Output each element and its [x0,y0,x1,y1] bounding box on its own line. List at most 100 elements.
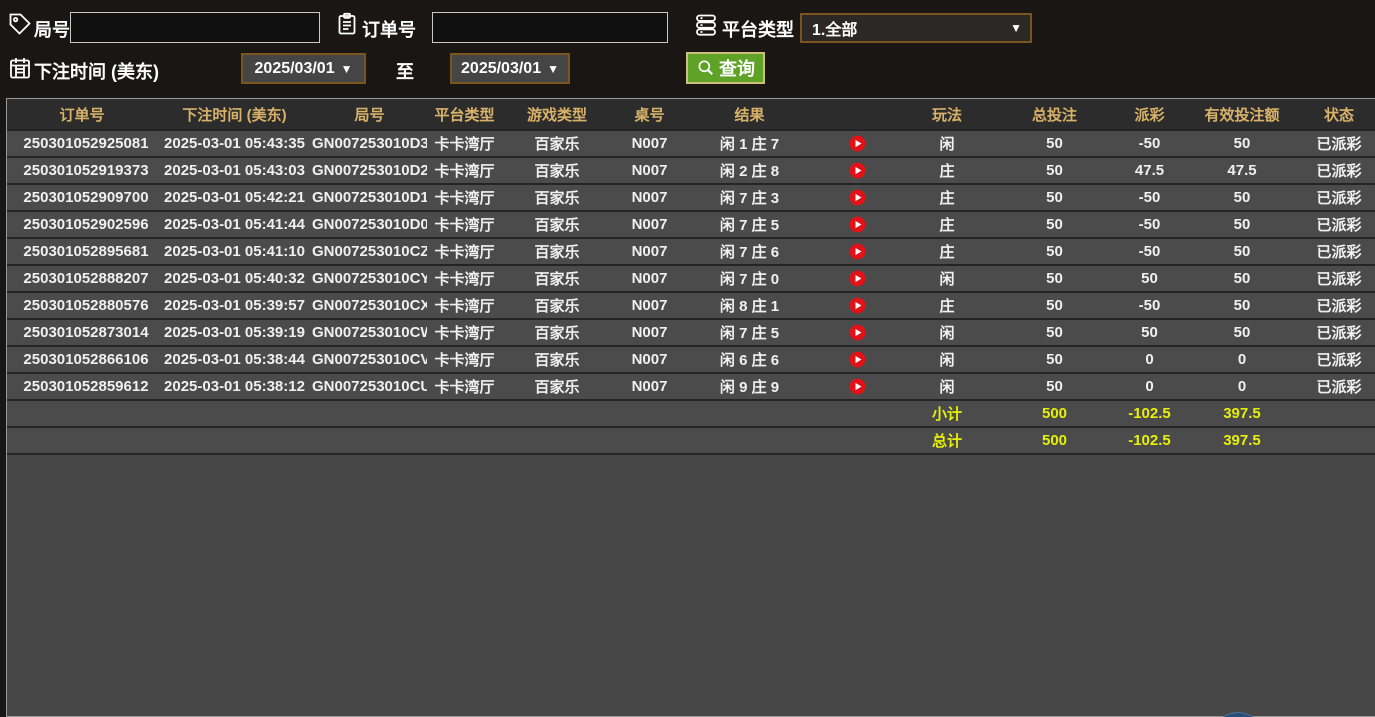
cell-total-bet: 50 [992,346,1117,373]
play-video-icon[interactable] [848,161,867,180]
cell-valid-bet: 50 [1182,238,1302,265]
platform-type-label: 平台类型 [722,16,794,42]
play-video-icon[interactable] [848,188,867,207]
table-row: 250301052873014 2025-03-01 05:39:19 GN00… [7,319,1375,346]
cell-video [812,346,902,373]
cell-order-id: 250301052880576 [7,292,157,319]
cell-result: 闲 6 庄 6 [687,346,812,373]
cell-total-bet: 50 [992,319,1117,346]
cell-total-bet: 50 [992,265,1117,292]
cell-bet-time: 2025-03-01 05:42:21 [157,184,312,211]
play-video-icon[interactable] [848,350,867,369]
subtotal-payout: -102.5 [1117,400,1182,427]
cell-play: 闲 [902,346,992,373]
round-no-input[interactable] [70,12,320,43]
col-header-round-id: 局号 [312,99,427,130]
cell-table-no: N007 [612,157,687,184]
cell-order-id: 250301052902596 [7,211,157,238]
cell-bet-time: 2025-03-01 05:43:03 [157,157,312,184]
cell-status: 已派彩 [1302,238,1375,265]
cell-payout: 50 [1117,265,1182,292]
col-header-video [812,99,902,130]
date-to-select[interactable]: 2025/03/01 ▼ [450,53,570,84]
cell-status: 已派彩 [1302,211,1375,238]
cell-status: 已派彩 [1302,292,1375,319]
cell-round-id: GN007253010D1 [312,184,427,211]
cell-platform: 卡卡湾厅 [427,157,502,184]
cell-round-id: GN007253010D0 [312,211,427,238]
table-row: 250301052866106 2025-03-01 05:38:44 GN00… [7,346,1375,373]
col-header-status: 状态 [1302,99,1375,130]
query-button[interactable]: 查询 [686,52,765,84]
cell-result: 闲 2 庄 8 [687,157,812,184]
cell-status: 已派彩 [1302,319,1375,346]
cell-platform: 卡卡湾厅 [427,292,502,319]
calendar-icon [8,56,32,80]
table-row: 250301052888207 2025-03-01 05:40:32 GN00… [7,265,1375,292]
cell-platform: 卡卡湾厅 [427,319,502,346]
cell-order-id: 250301052895681 [7,238,157,265]
records-body: 250301052925081 2025-03-01 05:43:35 GN00… [7,130,1375,400]
cell-play: 庄 [902,292,992,319]
cell-round-id: GN007253010CU [312,373,427,400]
cell-bet-time: 2025-03-01 05:41:10 [157,238,312,265]
cell-video [812,319,902,346]
cell-total-bet: 50 [992,130,1117,157]
play-video-icon[interactable] [848,296,867,315]
cell-valid-bet: 50 [1182,265,1302,292]
cell-play: 庄 [902,157,992,184]
col-header-bet-time: 下注时间 (美东) [157,99,312,130]
cell-valid-bet: 50 [1182,292,1302,319]
totals-body: 小计 500 -102.5 397.5 总计 500 -102.5 397.5 [7,400,1375,454]
play-video-icon[interactable] [848,215,867,234]
subtotal-total-bet: 500 [992,400,1117,427]
cell-bet-time: 2025-03-01 05:39:19 [157,319,312,346]
cell-order-id: 250301052909700 [7,184,157,211]
cell-order-id: 250301052919373 [7,157,157,184]
platform-type-select[interactable]: 1.全部 ▼ [800,13,1032,43]
cell-video [812,157,902,184]
cell-game-type: 百家乐 [502,211,612,238]
play-video-icon[interactable] [848,134,867,153]
cell-game-type: 百家乐 [502,130,612,157]
play-video-icon[interactable] [848,323,867,342]
table-row: 250301052859612 2025-03-01 05:38:12 GN00… [7,373,1375,400]
cell-game-type: 百家乐 [502,238,612,265]
cell-platform: 卡卡湾厅 [427,238,502,265]
subtotal-row: 小计 500 -102.5 397.5 [7,400,1375,427]
cell-table-no: N007 [612,265,687,292]
play-video-icon[interactable] [848,242,867,261]
order-no-label: 订单号 [362,16,416,42]
play-video-icon[interactable] [848,269,867,288]
cell-result: 闲 7 庄 6 [687,238,812,265]
cell-platform: 卡卡湾厅 [427,130,502,157]
date-from-select[interactable]: 2025/03/01 ▼ [241,53,366,84]
total-row: 总计 500 -102.5 397.5 [7,427,1375,454]
cell-game-type: 百家乐 [502,157,612,184]
cell-round-id: GN007253010CV [312,346,427,373]
cell-platform: 卡卡湾厅 [427,346,502,373]
cell-video [812,238,902,265]
cell-order-id: 250301052888207 [7,265,157,292]
cell-round-id: GN007253010CY [312,265,427,292]
order-no-input[interactable] [432,12,668,43]
cell-play: 闲 [902,373,992,400]
tag-icon [8,12,32,36]
col-header-valid-bet: 有效投注额 [1182,99,1302,130]
cell-play: 闲 [902,319,992,346]
cell-game-type: 百家乐 [502,265,612,292]
cell-round-id: GN007253010D3 [312,130,427,157]
cell-result: 闲 1 庄 7 [687,130,812,157]
cell-result: 闲 7 庄 5 [687,211,812,238]
cell-game-type: 百家乐 [502,184,612,211]
cell-status: 已派彩 [1302,346,1375,373]
cell-payout: -50 [1117,130,1182,157]
play-video-icon[interactable] [848,377,867,396]
cell-status: 已派彩 [1302,157,1375,184]
cell-table-no: N007 [612,211,687,238]
chevron-down-icon: ▼ [547,62,559,76]
cell-valid-bet: 47.5 [1182,157,1302,184]
cell-game-type: 百家乐 [502,319,612,346]
cell-round-id: GN007253010D2 [312,157,427,184]
total-payout: -102.5 [1117,427,1182,454]
